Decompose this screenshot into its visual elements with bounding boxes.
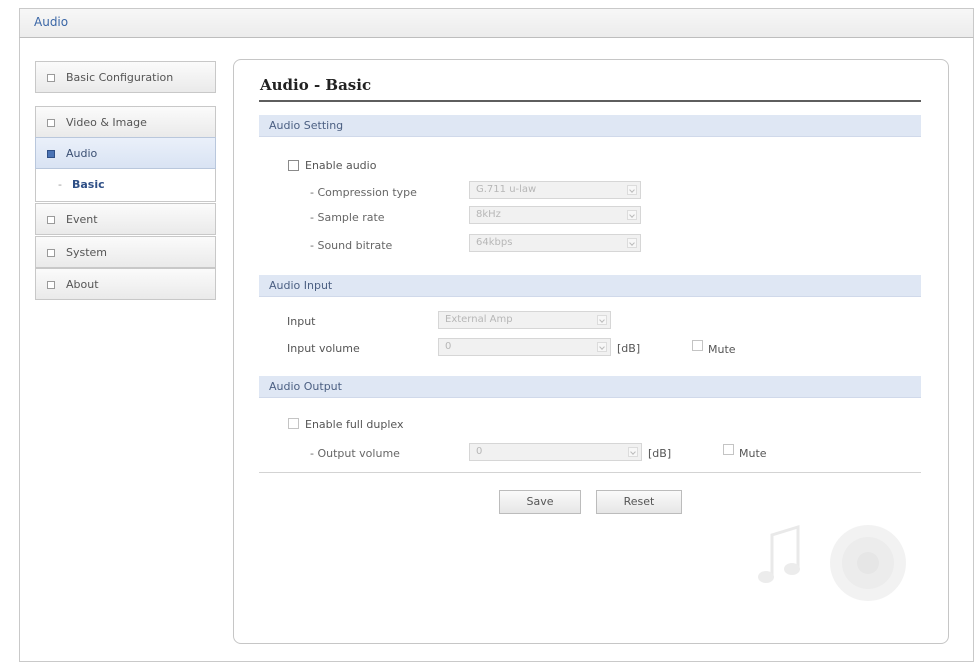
sidebar-item-event[interactable]: Event: [35, 203, 216, 235]
output-volume-label: - Output volume: [310, 447, 400, 460]
sidebar-subitem-label: Basic: [72, 178, 105, 191]
collapsed-box-icon: [47, 119, 55, 127]
select-value: 8kHz: [476, 209, 501, 220]
dropdown-arrow-icon: [627, 210, 637, 220]
select-value: 0: [476, 446, 483, 457]
section-header-audio-setting: Audio Setting: [259, 115, 921, 137]
collapsed-box-icon: [47, 281, 55, 289]
sidebar-item-audio[interactable]: Audio: [35, 137, 216, 169]
title-divider: [259, 100, 921, 102]
compression-type-label: - Compression type: [310, 186, 417, 199]
sound-bitrate-label: - Sound bitrate: [310, 239, 393, 252]
sidebar-subitem-basic[interactable]: - Basic: [35, 169, 216, 202]
sidebar-item-label: About: [66, 278, 99, 291]
section-header-audio-output: Audio Output: [259, 376, 921, 398]
reset-button[interactable]: Reset: [596, 490, 682, 514]
section-header-label: Audio Output: [269, 380, 342, 393]
select-value: External Amp: [445, 314, 513, 325]
window-title: Audio: [34, 15, 69, 29]
sidebar-item-system[interactable]: System: [35, 236, 216, 268]
input-volume-label: Input volume: [287, 342, 360, 355]
dropdown-arrow-icon: [627, 185, 637, 195]
section-header-label: Audio Setting: [269, 119, 344, 132]
sidebar-item-about[interactable]: About: [35, 268, 216, 300]
enable-audio-checkbox[interactable]: [288, 160, 299, 171]
input-select[interactable]: External Amp: [438, 311, 611, 329]
sidebar-item-video-image[interactable]: Video & Image: [35, 106, 216, 138]
full-duplex-label: Enable full duplex: [305, 418, 404, 431]
dropdown-arrow-icon: [597, 315, 607, 325]
output-mute-checkbox[interactable]: [723, 444, 734, 455]
dropdown-arrow-icon: [597, 342, 607, 352]
expanded-box-icon: [47, 150, 55, 158]
compression-type-select[interactable]: G.711 u-law: [469, 181, 641, 199]
select-value: 0: [445, 341, 452, 352]
dropdown-arrow-icon: [627, 238, 637, 248]
window-titlebar: Audio: [19, 8, 974, 38]
select-value: 64kbps: [476, 237, 513, 248]
section-header-label: Audio Input: [269, 279, 333, 292]
input-volume-unit: [dB]: [617, 342, 641, 355]
output-mute-label: Mute: [739, 447, 767, 460]
input-volume-select[interactable]: 0: [438, 338, 611, 356]
save-button[interactable]: Save: [499, 490, 581, 514]
select-value: G.711 u-law: [476, 184, 537, 195]
sample-rate-label: - Sample rate: [310, 211, 385, 224]
input-mute-label: Mute: [708, 343, 736, 356]
subitem-dash: -: [58, 178, 62, 191]
input-mute-checkbox[interactable]: [692, 340, 703, 351]
dropdown-arrow-icon: [628, 447, 638, 457]
section-header-audio-input: Audio Input: [259, 275, 921, 297]
collapsed-box-icon: [47, 249, 55, 257]
output-volume-unit: [dB]: [648, 447, 672, 460]
sidebar-item-label: Video & Image: [66, 116, 147, 129]
sidebar-item-label: System: [66, 246, 108, 259]
sidebar-item-label: Basic Configuration: [66, 71, 174, 84]
full-duplex-checkbox[interactable]: [288, 418, 299, 429]
collapsed-box-icon: [47, 216, 55, 224]
sample-rate-select[interactable]: 8kHz: [469, 206, 641, 224]
page-title: Audio - Basic: [260, 76, 372, 94]
enable-audio-label: Enable audio: [305, 159, 377, 172]
form-bottom-divider: [259, 472, 921, 473]
audio-watermark-icon: [758, 524, 906, 601]
input-label: Input: [287, 315, 316, 328]
sidebar-item-label: Audio: [66, 147, 98, 160]
sound-bitrate-select[interactable]: 64kbps: [469, 234, 641, 252]
collapsed-box-icon: [47, 74, 55, 82]
output-volume-select[interactable]: 0: [469, 443, 642, 461]
sidebar-item-basic-configuration[interactable]: Basic Configuration: [35, 61, 216, 93]
sidebar-item-label: Event: [66, 213, 98, 226]
